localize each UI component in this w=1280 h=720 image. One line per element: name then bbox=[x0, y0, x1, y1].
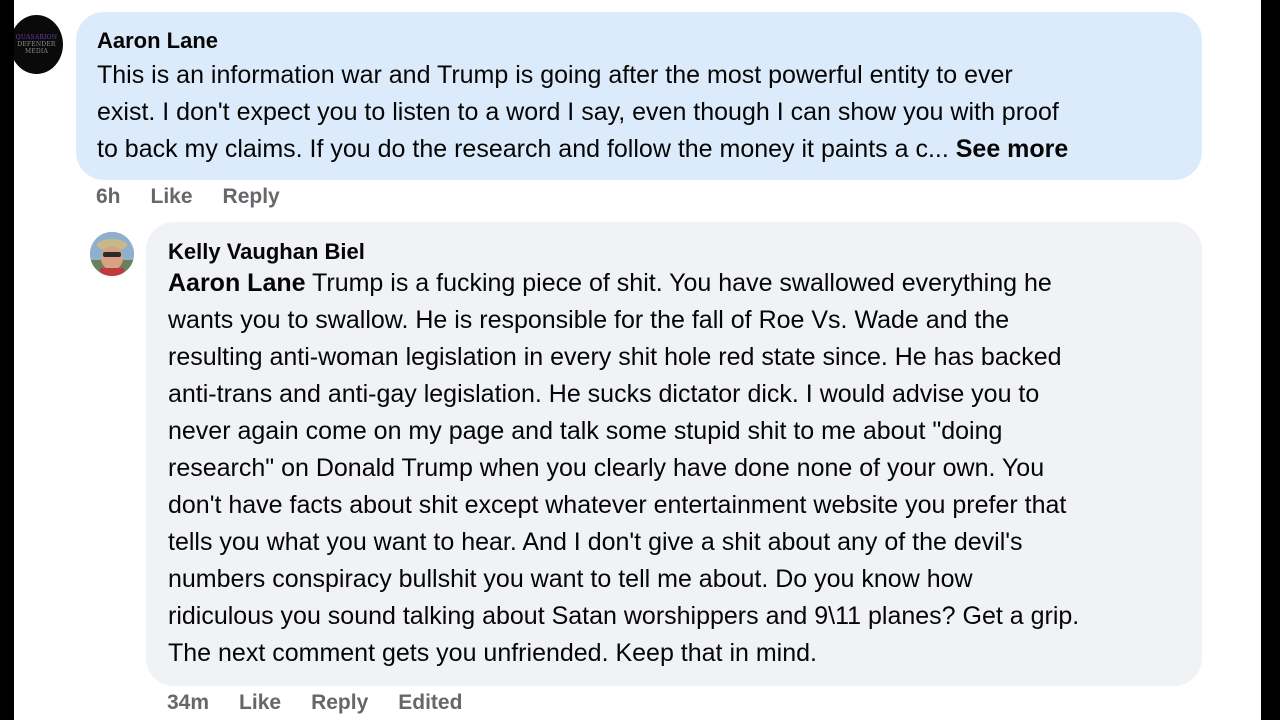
mention-link[interactable]: Aaron Lane bbox=[168, 269, 306, 297]
comment-bubble: Kelly Vaughan Biel Aaron Lane Trump is a… bbox=[146, 222, 1202, 686]
comment-actions: 34m Like Reply Edited bbox=[167, 691, 492, 715]
comment-line-text: Trump is a fucking piece of shit. You ha… bbox=[305, 269, 1052, 297]
avatar-text-line: DEFENDER bbox=[17, 41, 56, 48]
edited-label[interactable]: Edited bbox=[398, 691, 462, 715]
comment-text: This is an information war and Trump is … bbox=[97, 57, 1068, 168]
comment-line: This is an information war and Trump is … bbox=[97, 61, 1013, 89]
comment-line: tells you what you want to hear. And I d… bbox=[168, 528, 1023, 556]
comment-line: ridiculous you sound talking about Satan… bbox=[168, 602, 1080, 630]
comment-line: resulting anti-woman legislation in ever… bbox=[168, 343, 1062, 371]
comment-line: don't have facts about shit except whate… bbox=[168, 491, 1067, 519]
like-button[interactable]: Like bbox=[239, 691, 281, 715]
avatar[interactable]: QUASARION DEFENDER MEDIA bbox=[14, 15, 63, 74]
reply-button[interactable]: Reply bbox=[223, 185, 280, 209]
comment-author[interactable]: Kelly Vaughan Biel bbox=[168, 239, 365, 265]
comment-line-text: to back my claims. If you do the researc… bbox=[97, 135, 949, 163]
comment-line: anti-trans and anti-gay legislation. He … bbox=[168, 380, 1040, 408]
comment-actions: 6h Like Reply bbox=[96, 185, 310, 209]
reply-button[interactable]: Reply bbox=[311, 691, 368, 715]
comment-line: Aaron Lane Trump is a fucking piece of s… bbox=[168, 265, 1079, 302]
comment-line: never again come on my page and talk som… bbox=[168, 417, 1003, 445]
comment-line: research" on Donald Trump when you clear… bbox=[168, 454, 1045, 482]
comment-bubble: Aaron Lane This is an information war an… bbox=[76, 12, 1202, 180]
comment-line: numbers conspiracy bullshit you want to … bbox=[168, 565, 973, 593]
comment-timestamp[interactable]: 6h bbox=[96, 185, 121, 209]
comment-line: to back my claims. If you do the researc… bbox=[97, 131, 1068, 168]
avatar[interactable] bbox=[90, 232, 134, 276]
comment-line: wants you to swallow. He is responsible … bbox=[168, 306, 1010, 334]
comment-text: Aaron Lane Trump is a fucking piece of s… bbox=[168, 265, 1079, 672]
avatar-text-line: MEDIA bbox=[24, 48, 49, 55]
like-button[interactable]: Like bbox=[151, 185, 193, 209]
see-more-link[interactable]: See more bbox=[956, 135, 1069, 163]
comment-line: The next comment gets you unfriended. Ke… bbox=[168, 639, 817, 667]
comment-timestamp[interactable]: 34m bbox=[167, 691, 209, 715]
comment-thread: QUASARION DEFENDER MEDIA Aaron Lane This… bbox=[14, 0, 1261, 720]
comment-author[interactable]: Aaron Lane bbox=[97, 28, 218, 54]
profile-photo-icon bbox=[90, 232, 134, 276]
avatar-text-line: QUASARION bbox=[15, 34, 58, 41]
comment-line: exist. I don't expect you to listen to a… bbox=[97, 98, 1059, 126]
